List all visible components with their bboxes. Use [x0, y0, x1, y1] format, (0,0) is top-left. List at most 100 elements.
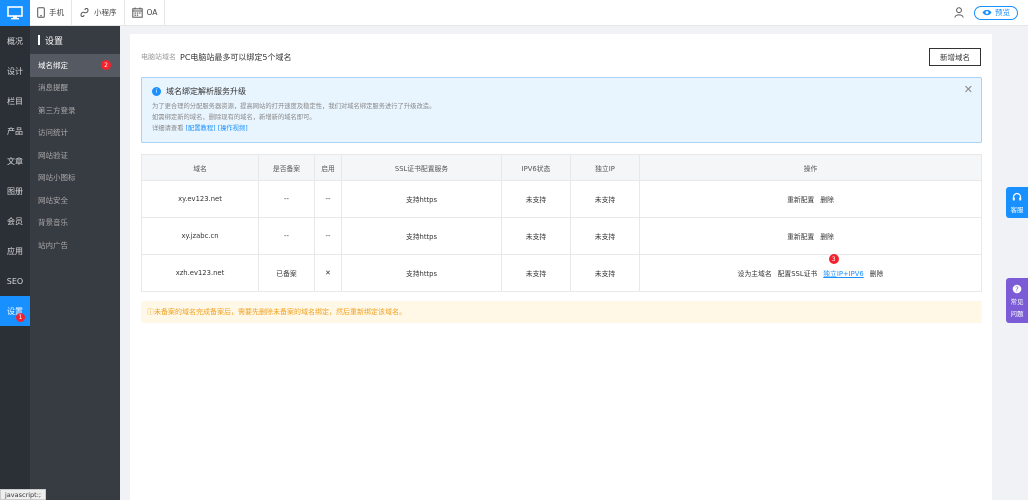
- column-header: 域名: [141, 154, 259, 181]
- subnav-item-site-security[interactable]: 网站安全: [30, 189, 120, 212]
- column-header: 独立IP: [570, 154, 640, 181]
- top-item-phone[interactable]: 手机: [30, 0, 72, 26]
- ssl-cell: 支持https: [341, 217, 502, 255]
- top-item-label: OA: [146, 8, 158, 17]
- eye-icon: [982, 9, 992, 16]
- subnav-label: 访问统计: [38, 128, 68, 138]
- delete-button[interactable]: 删除: [870, 268, 884, 278]
- column-header: 是否备案: [258, 154, 315, 181]
- step-badge: 1: [16, 313, 25, 322]
- configure-ssl-button[interactable]: 配置SSL证书: [778, 268, 818, 278]
- top-bar: 手机 小程序 OA 预览: [0, 0, 1028, 26]
- reconfigure-button[interactable]: 重新配置: [787, 231, 814, 241]
- svg-text:?: ?: [1015, 285, 1019, 293]
- subnav-label: 第三方登录: [38, 105, 76, 115]
- column-header: 启用: [314, 154, 342, 181]
- close-icon[interactable]: ✕: [314, 254, 342, 292]
- subnav-title: 设置: [30, 26, 120, 54]
- enabled-cell: --: [314, 180, 342, 218]
- rail-label: 会员: [7, 216, 23, 226]
- subnav-item-site-verification[interactable]: 网站验证: [30, 144, 120, 167]
- phone-icon: [37, 7, 45, 18]
- dedicated-ip-link[interactable]: 独立IP+IPV6: [823, 268, 863, 278]
- add-domain-button[interactable]: 新增域名: [929, 48, 981, 66]
- subnav-item-notifications[interactable]: 消息提醒: [30, 77, 120, 100]
- notice-line: 如需绑定新的域名，删除现有的域名，新增新的域名即可。: [152, 114, 316, 121]
- top-item-miniprogram[interactable]: 小程序: [72, 0, 125, 26]
- notice-line: 详细请查看 [配置教程] [操作视频]: [152, 123, 971, 134]
- delete-button[interactable]: 删除: [820, 231, 834, 241]
- upgrade-notice: i 域名绑定解析服务升级 为了更合理的分配服务器资源，提高网站的打开速度及稳定性…: [141, 77, 982, 143]
- table-row: xy.jzabc.cn -- -- 支持https 未支持 未支持 重新配置 删…: [141, 217, 982, 255]
- reconfigure-button[interactable]: 重新配置: [787, 194, 814, 204]
- subnav-item-domain-binding[interactable]: 域名绑定 2: [30, 54, 120, 77]
- ip-cell: 未支持: [570, 180, 640, 218]
- subnav-label: 消息提醒: [38, 83, 68, 93]
- preview-label: 预览: [995, 8, 1010, 17]
- ip-cell: 未支持: [570, 217, 640, 255]
- section-label: 电脑站域名: [141, 53, 176, 61]
- rail-item-columns[interactable]: 栏目: [0, 86, 30, 116]
- subnav-label: 域名绑定: [38, 60, 68, 70]
- filing-cell: 已备案: [258, 254, 315, 292]
- set-primary-button[interactable]: 设为主域名: [738, 268, 772, 278]
- top-right: 预览: [954, 5, 1028, 20]
- rail-item-articles[interactable]: 文章: [0, 146, 30, 176]
- rail-item-overview[interactable]: 概况: [0, 26, 30, 56]
- content-header: 电脑站域名 PC电脑站最多可以绑定5个域名 新增域名: [141, 47, 981, 67]
- rail-label: 图册: [7, 186, 23, 196]
- subnav-item-analytics[interactable]: 访问统计: [30, 122, 120, 145]
- step-badge: 2: [101, 60, 111, 70]
- rail-label: 应用: [7, 246, 23, 256]
- domain-cell: xy.jzabc.cn: [141, 217, 259, 255]
- faq-tab[interactable]: ? 常见 问题: [1006, 278, 1028, 323]
- user-icon[interactable]: [954, 7, 964, 18]
- notice-title-text: 域名绑定解析服务升级: [166, 87, 246, 96]
- column-header: IPV6状态: [501, 154, 571, 181]
- top-item-label: 手机: [49, 8, 64, 17]
- main-nav-rail: 概况 设计 栏目 产品 文章 图册 会员 应用 SEO 设置 1: [0, 26, 30, 500]
- rail-item-design[interactable]: 设计: [0, 56, 30, 86]
- ssl-cell: 支持https: [341, 254, 502, 292]
- subnav-item-favicon[interactable]: 网站小图标: [30, 167, 120, 190]
- video-link[interactable]: [操作视频]: [218, 125, 248, 132]
- settings-subnav: 设置 域名绑定 2 消息提醒 第三方登录 访问统计 网站验证 网站小图标 网站安…: [30, 26, 120, 500]
- top-item-oa[interactable]: OA: [125, 0, 166, 26]
- ops-cell: 重新配置 删除: [639, 217, 982, 255]
- column-header: 操作: [639, 154, 982, 181]
- faq-label: 问题: [1010, 309, 1024, 318]
- headset-icon: [1012, 192, 1022, 200]
- tutorial-link[interactable]: [配置教程]: [186, 125, 216, 132]
- ipv6-cell: 未支持: [501, 254, 571, 292]
- subnav-label: 背景音乐: [38, 218, 68, 228]
- rail-item-settings[interactable]: 设置 1: [0, 296, 30, 326]
- ip-cell: 未支持: [570, 254, 640, 292]
- subnav-item-site-ads[interactable]: 站内广告: [30, 234, 120, 257]
- rail-label: 概况: [7, 36, 23, 46]
- calendar-icon: [131, 7, 143, 18]
- rail-label: 产品: [7, 126, 23, 136]
- preview-button[interactable]: 预览: [974, 5, 1018, 20]
- rail-item-albums[interactable]: 图册: [0, 176, 30, 206]
- close-icon[interactable]: ✕: [964, 83, 973, 96]
- monitor-icon[interactable]: [0, 0, 30, 26]
- domain-cell: xy.ev123.net: [141, 180, 259, 218]
- subnav-item-third-party-login[interactable]: 第三方登录: [30, 99, 120, 122]
- rail-item-members[interactable]: 会员: [0, 206, 30, 236]
- customer-service-tab[interactable]: 客服: [1006, 187, 1028, 218]
- rail-item-apps[interactable]: 应用: [0, 236, 30, 266]
- rail-item-products[interactable]: 产品: [0, 116, 30, 146]
- notice-prefix: 详细请查看: [152, 125, 184, 132]
- table-header-row: 域名 是否备案 启用 SSL证书配置服务 IPV6状态 独立IP 操作: [141, 154, 982, 181]
- filing-cell: --: [258, 180, 315, 218]
- delete-button[interactable]: 删除: [820, 194, 834, 204]
- info-icon: i: [152, 87, 161, 96]
- main-content: 电脑站域名 PC电脑站最多可以绑定5个域名 新增域名 i 域名绑定解析服务升级 …: [130, 34, 992, 500]
- subnav-item-background-music[interactable]: 背景音乐: [30, 212, 120, 235]
- ops-cell: 重新配置 删除: [639, 180, 982, 218]
- notice-title: i 域名绑定解析服务升级: [152, 86, 971, 97]
- subnav-label: 网站验证: [38, 150, 68, 160]
- rail-label: 设计: [7, 66, 23, 76]
- filing-warning: ⓘ未备案的域名完成备案后，需要先删除未备案的域名绑定，然后重新绑定该域名。: [141, 301, 982, 323]
- rail-item-seo[interactable]: SEO: [0, 266, 30, 296]
